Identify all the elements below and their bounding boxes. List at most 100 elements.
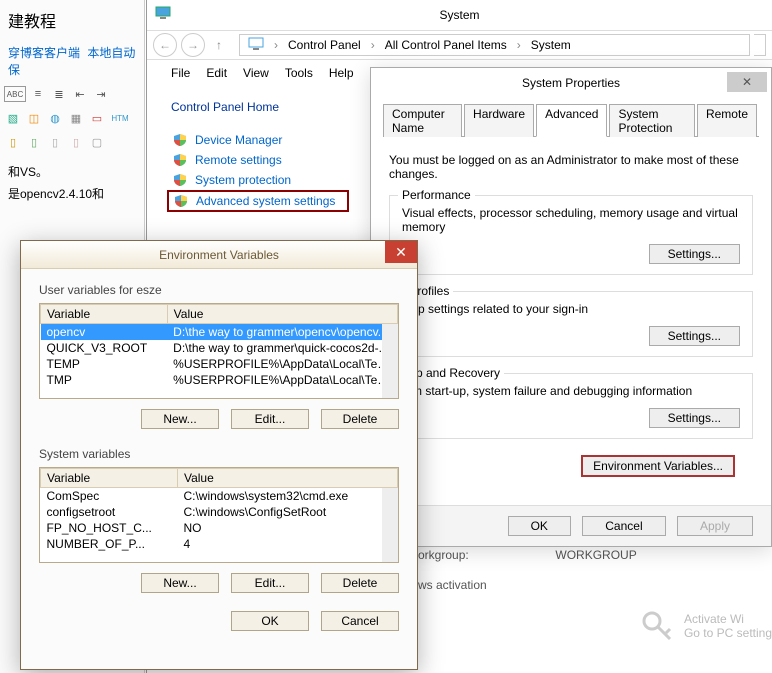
environment-variables-button[interactable]: Environment Variables... (581, 455, 735, 477)
table-row[interactable]: FP_NO_HOST_C...NO (41, 520, 398, 536)
forward-button[interactable]: → (181, 33, 205, 57)
col-value[interactable]: Value (167, 305, 397, 324)
settings-button[interactable]: Settings... (649, 408, 740, 428)
sidebar-link-2[interactable]: System protection (167, 170, 349, 190)
col-variable[interactable]: Variable (41, 305, 168, 324)
crumb-system[interactable]: System (527, 38, 575, 52)
user-vars-label: User variables for esze (39, 283, 399, 297)
crumb-all-items[interactable]: All Control Panel Items (381, 38, 511, 52)
tab-hardware[interactable]: Hardware (464, 104, 534, 137)
abc-icon[interactable]: ABC (4, 86, 26, 102)
image-icon[interactable]: ▧ (4, 110, 22, 126)
breadcrumb[interactable]: › Control Panel › All Control Panel Item… (239, 34, 750, 56)
cancel-button[interactable]: Cancel (582, 516, 665, 536)
crumb-control-panel[interactable]: Control Panel (284, 38, 365, 52)
sys-edit-button[interactable]: Edit... (231, 573, 309, 593)
menu-help[interactable]: Help (329, 66, 354, 80)
user-delete-button[interactable]: Delete (321, 409, 399, 429)
scrollbar[interactable] (382, 488, 398, 562)
indent-icon[interactable]: ⇥ (92, 86, 110, 102)
tab-computer-name[interactable]: Computer Name (383, 104, 462, 137)
group-desc: tem start-up, system failure and debuggi… (402, 384, 740, 398)
ok-button[interactable]: OK (231, 611, 309, 631)
tool-3-icon[interactable]: ▯ (46, 134, 64, 150)
table-row[interactable]: TEMP%USERPROFILE%\AppData\Local\Temp (41, 356, 398, 372)
close-button[interactable]: ✕ (385, 241, 417, 263)
var-name: QUICK_V3_ROOT (41, 340, 168, 356)
tab-system-protection[interactable]: System Protection (609, 104, 695, 137)
globe-icon[interactable]: ◍ (46, 110, 64, 126)
tool-2-icon[interactable]: ▯ (25, 134, 43, 150)
user-new-button[interactable]: New... (141, 409, 219, 429)
back-button[interactable]: ← (153, 33, 177, 57)
search-input[interactable] (754, 34, 766, 56)
environment-variables-dialog: Environment Variables ✕ User variables f… (20, 240, 418, 670)
sidebar-link-0[interactable]: Device Manager (167, 130, 349, 150)
tool-5-icon[interactable]: ▢ (88, 134, 106, 150)
user-edit-button[interactable]: Edit... (231, 409, 309, 429)
sys-vars-label: System variables (39, 447, 399, 461)
tool-4-icon[interactable]: ▯ (67, 134, 85, 150)
var-value: D:\the way to grammer\opencv\opencv... (167, 324, 397, 341)
list-ol-icon[interactable]: ≡ (29, 86, 47, 102)
html-icon[interactable]: HTM (109, 110, 131, 126)
up-button[interactable]: ↑ (209, 38, 229, 52)
var-name: configsetroot (41, 504, 178, 520)
computer-icon (244, 37, 268, 54)
settings-button[interactable]: Settings... (649, 326, 740, 346)
table-row[interactable]: ComSpecC:\windows\system32\cmd.exe (41, 488, 398, 505)
col-variable[interactable]: Variable (41, 469, 178, 488)
list-ul-icon[interactable]: ≣ (50, 86, 68, 102)
window-titlebar: System (147, 0, 772, 30)
table-row[interactable]: opencvD:\the way to grammer\opencv\openc… (41, 324, 398, 341)
sys-delete-button[interactable]: Delete (321, 573, 399, 593)
shield-icon (173, 133, 187, 147)
chart-icon[interactable]: ◫ (25, 110, 43, 126)
var-name: TMP (41, 372, 168, 388)
settings-button[interactable]: Settings... (649, 244, 740, 264)
ok-button[interactable]: OK (508, 516, 571, 536)
tab-advanced[interactable]: Advanced (536, 104, 607, 137)
activation-heading: ws activation (418, 578, 487, 592)
group-desc: ktop settings related to your sign-in (402, 302, 740, 316)
shield-icon (174, 194, 188, 208)
apply-button[interactable]: Apply (677, 516, 753, 536)
activate-watermark: Activate Wi Go to PC setting (640, 609, 772, 643)
table-row[interactable]: TMP%USERPROFILE%\AppData\Local\Temp (41, 372, 398, 388)
link-blog[interactable]: 穿博客客户端 (8, 46, 80, 60)
nav-bar: ← → ↑ › Control Panel › All Control Pane… (147, 30, 772, 60)
table-row[interactable]: configsetrootC:\windows\ConfigSetRoot (41, 504, 398, 520)
sidebar-link-1[interactable]: Remote settings (167, 150, 349, 170)
user-vars-table[interactable]: Variable Value opencvD:\the way to gramm… (39, 303, 399, 399)
sidebar-heading: Control Panel Home (171, 100, 349, 114)
cancel-button[interactable]: Cancel (321, 611, 399, 631)
chevron-right-icon: › (367, 38, 379, 52)
admin-note: You must be logged on as an Administrato… (389, 153, 753, 181)
window-title: System (439, 8, 479, 22)
var-value: NO (177, 520, 397, 536)
tabs: Computer NameHardwareAdvancedSystem Prot… (383, 104, 759, 137)
sys-new-button[interactable]: New... (141, 573, 219, 593)
outdent-icon[interactable]: ⇤ (71, 86, 89, 102)
table-row[interactable]: NUMBER_OF_P...4 (41, 536, 398, 552)
film-icon[interactable]: ▭ (88, 110, 106, 126)
tool-1-icon[interactable]: ▯ (4, 134, 22, 150)
tab-remote[interactable]: Remote (697, 104, 757, 137)
close-button[interactable]: ✕ (727, 72, 767, 92)
var-name: NUMBER_OF_P... (41, 536, 178, 552)
scrollbar[interactable] (382, 324, 398, 398)
table-row[interactable]: QUICK_V3_ROOTD:\the way to grammer\quick… (41, 340, 398, 356)
menu-file[interactable]: File (171, 66, 190, 80)
menu-edit[interactable]: Edit (206, 66, 227, 80)
col-value[interactable]: Value (177, 469, 397, 488)
editor-links: 穿博客客户端 本地自动保 (0, 40, 144, 82)
toolbar-row-1: ABC ≡ ≣ ⇤ ⇥ (0, 82, 144, 106)
chevron-right-icon: › (270, 38, 282, 52)
menu-tools[interactable]: Tools (285, 66, 313, 80)
menu-view[interactable]: View (243, 66, 269, 80)
table-icon[interactable]: ▦ (67, 110, 85, 126)
sys-vars-table[interactable]: Variable Value ComSpecC:\windows\system3… (39, 467, 399, 563)
doc-body: 和VS。 是opencv2.4.10和 (0, 154, 144, 213)
sidebar-link-3[interactable]: Advanced system settings (167, 190, 349, 212)
dialog-buttons: OK Cancel Apply (371, 505, 771, 546)
